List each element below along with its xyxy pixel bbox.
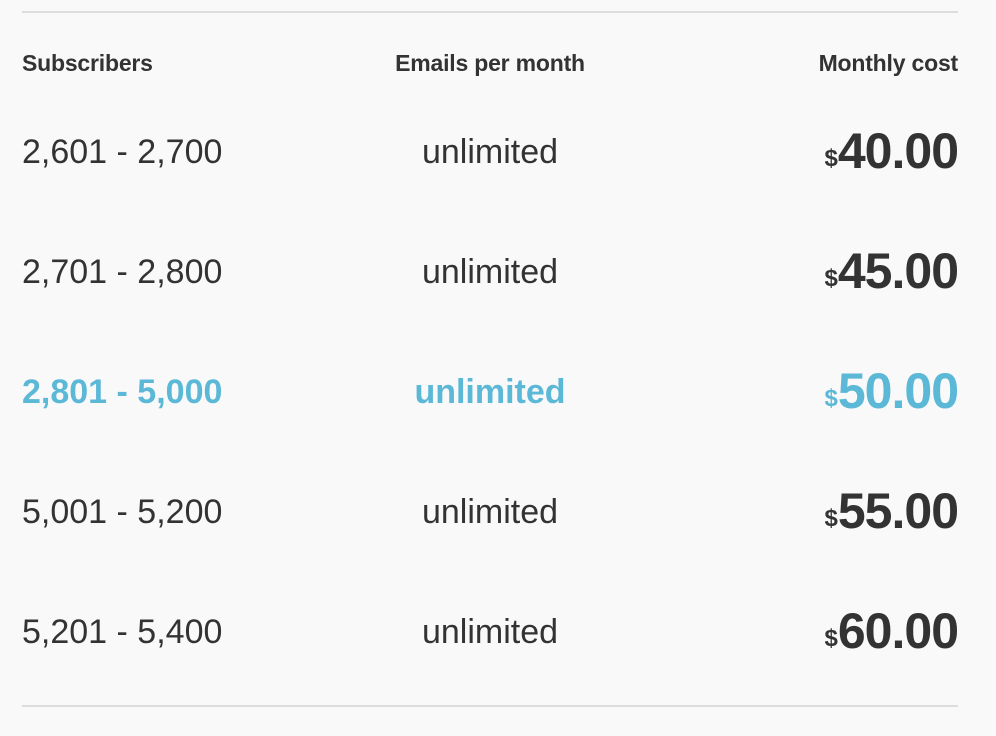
currency-symbol: $ [824,505,838,532]
tier-emails: unlimited [421,253,559,291]
tier-cost-amount: 40.00 [837,123,959,179]
currency-symbol: $ [824,265,838,292]
top-divider [22,11,958,13]
tier-row-highlighted[interactable]: 2,801 - 5,000 unlimited $50.00 [22,356,959,426]
pricing-table: Subscribers Emails per month Monthly cos… [22,0,959,736]
tier-emails: unlimited [414,373,566,411]
tier-emails-cell: unlimited [22,610,958,654]
tier-cost-amount: 55.00 [837,483,959,539]
tier-cost: $50.00 [824,356,959,439]
currency-symbol: $ [824,385,838,412]
tier-cost: $40.00 [824,116,959,199]
bottom-divider [22,705,958,707]
tier-row[interactable]: 5,001 - 5,200 unlimited $55.00 [22,476,959,546]
currency-symbol: $ [824,625,838,652]
tier-emails-cell: unlimited [22,490,958,534]
tier-cost-amount: 60.00 [837,603,959,659]
tier-cost: $55.00 [824,476,959,559]
tier-row[interactable]: 5,201 - 5,400 unlimited $60.00 [22,596,959,666]
tier-cost-amount: 50.00 [837,363,959,419]
currency-symbol: $ [824,145,838,172]
tier-emails-cell: unlimited [22,370,958,414]
table-header: Subscribers Emails per month Monthly cos… [22,50,958,84]
header-emails: Emails per month [395,50,585,76]
tier-emails: unlimited [421,613,559,651]
tier-cost: $60.00 [824,596,959,679]
tier-row[interactable]: 2,701 - 2,800 unlimited $45.00 [22,236,959,306]
tier-emails: unlimited [421,493,559,531]
tier-emails-cell: unlimited [22,130,958,174]
tier-row[interactable]: 2,601 - 2,700 unlimited $40.00 [22,116,959,186]
tier-emails: unlimited [421,133,559,171]
tier-cost: $45.00 [824,236,959,319]
tier-cost-amount: 45.00 [837,243,959,299]
tier-emails-cell: unlimited [22,250,958,294]
header-cost: Monthly cost [818,50,959,76]
